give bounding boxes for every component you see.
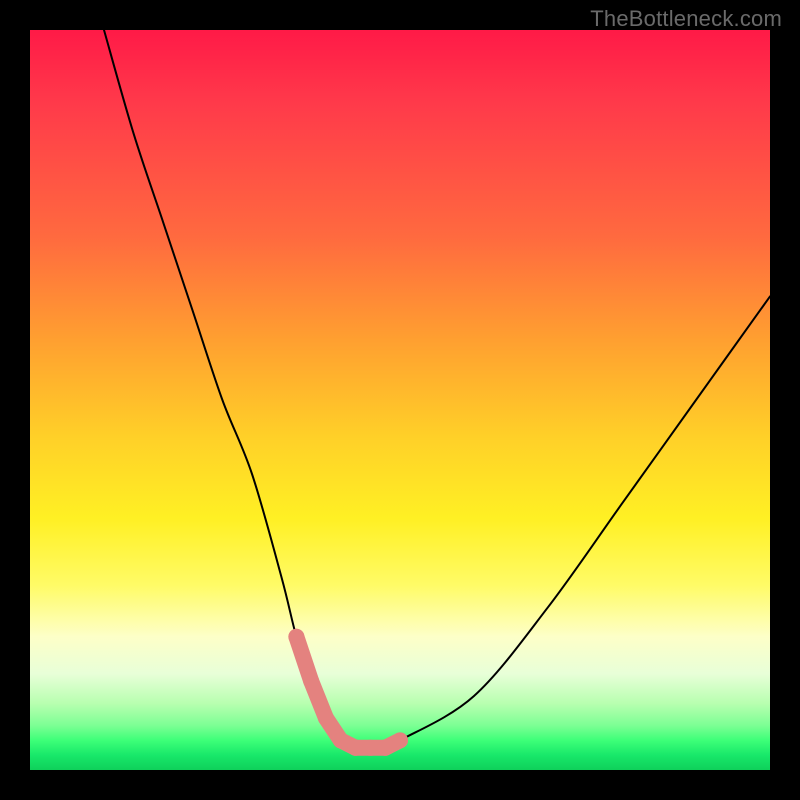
optimal-range-markers bbox=[288, 629, 408, 749]
watermark-text: TheBottleneck.com bbox=[590, 6, 782, 32]
curve-svg bbox=[30, 30, 770, 770]
bottleneck-curve bbox=[104, 30, 770, 748]
chart-frame: TheBottleneck.com bbox=[0, 0, 800, 800]
marker-endcap bbox=[392, 732, 408, 748]
plot-area bbox=[30, 30, 770, 770]
marker-endcap bbox=[288, 629, 304, 645]
